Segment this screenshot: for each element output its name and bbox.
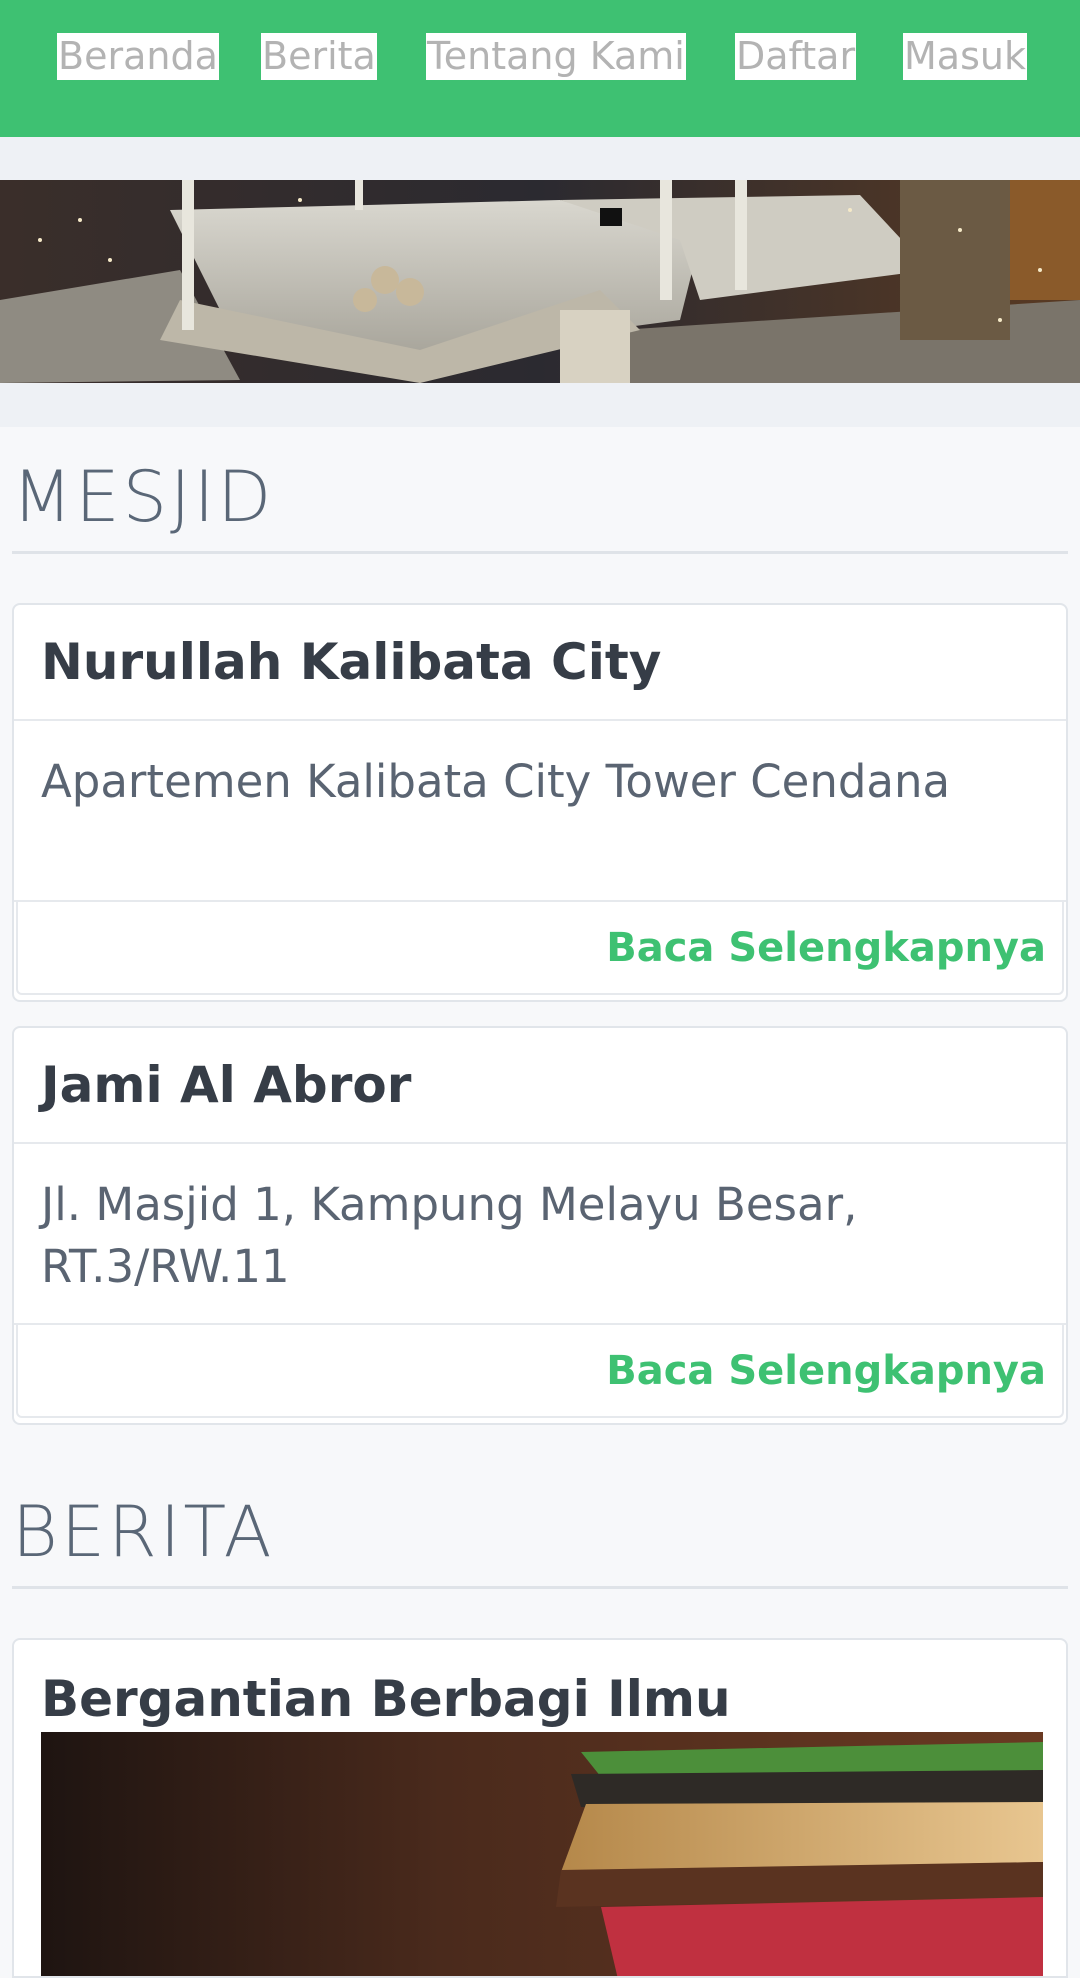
- nav-link-beranda[interactable]: Beranda: [57, 33, 219, 80]
- mosque-name: Jami Al Abror: [41, 1056, 412, 1114]
- card-footer: Baca Selengkapnya: [16, 1325, 1064, 1418]
- banner-mosque-illustration: [0, 180, 1080, 383]
- section-title-mesjid: MESJID: [12, 456, 275, 538]
- mosque-card: Jami Al Abror Jl. Masjid 1, Kampung Mela…: [12, 1026, 1068, 1425]
- card-header: Nurullah Kalibata City: [14, 605, 1066, 721]
- read-more-link[interactable]: Baca Selengkapnya: [606, 1348, 1046, 1394]
- mosque-address: Jl. Masjid 1, Kampung Melayu Besar, RT.3…: [14, 1144, 1066, 1325]
- books-illustration: [41, 1732, 1043, 1976]
- nav-link-tentang-kami[interactable]: Tentang Kami: [426, 33, 686, 80]
- card-header: Jami Al Abror: [14, 1028, 1066, 1144]
- news-title[interactable]: Bergantian Berbagi Ilmu: [41, 1670, 731, 1728]
- nav-link-masuk[interactable]: Masuk: [903, 33, 1027, 80]
- nav-link-daftar[interactable]: Daftar: [735, 33, 857, 80]
- section-divider: [12, 1586, 1068, 1589]
- navbar: Beranda Berita Tentang Kami Daftar Masuk: [0, 0, 1080, 137]
- read-more-link[interactable]: Baca Selengkapnya: [606, 925, 1046, 971]
- banner-image: [0, 180, 1080, 383]
- section-title-berita: BERITA: [12, 1491, 275, 1573]
- news-card[interactable]: Bergantian Berbagi Ilmu: [12, 1638, 1068, 1978]
- mosque-name: Nurullah Kalibata City: [41, 633, 662, 691]
- card-footer: Baca Selengkapnya: [16, 902, 1064, 995]
- nav-link-berita[interactable]: Berita: [261, 33, 377, 80]
- section-divider: [12, 551, 1068, 554]
- news-thumbnail[interactable]: [41, 1732, 1043, 1976]
- mosque-card: Nurullah Kalibata City Apartemen Kalibat…: [12, 603, 1068, 1002]
- mosque-address: Apartemen Kalibata City Tower Cendana: [14, 721, 1066, 902]
